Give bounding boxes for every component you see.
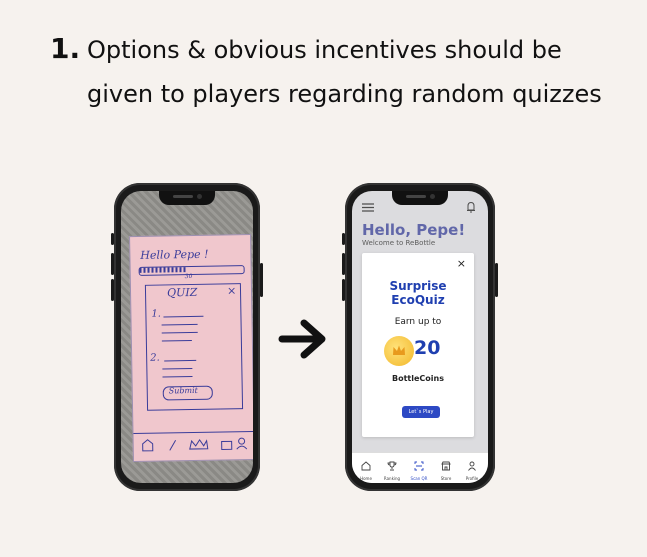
sketch-tabbar-line	[133, 430, 253, 435]
tab-label: Ranking	[383, 476, 401, 481]
tab-label: Home	[360, 476, 372, 481]
tab-scan-qr[interactable]: Scan QR	[408, 456, 430, 481]
sketch-submit-label: Submit	[168, 385, 198, 396]
sketch-tab-icons	[142, 437, 248, 452]
close-icon[interactable]: ×	[457, 257, 466, 270]
sketch-question-1: 1.	[151, 308, 162, 320]
phone-notch	[392, 191, 448, 205]
paper-prototype: Hello Pepe ! 30 QUIZ × 1. 2. Submit	[129, 233, 253, 463]
modal-title: Surprise EcoQuiz	[389, 279, 447, 307]
profile-icon	[468, 461, 476, 471]
heading-number: 1.	[50, 32, 81, 65]
phone-power-button	[260, 263, 263, 297]
sketch-quiz-label: QUIZ	[166, 285, 198, 300]
app-home: Hello, Pepe! Welcome to ReBottle × Surpr…	[352, 191, 488, 483]
scan-icon	[414, 461, 424, 471]
sketch-gift-icon	[221, 440, 233, 451]
phone-side-button	[342, 233, 345, 245]
eco-quiz-modal: × Surprise EcoQuiz Earn up to 20 BottleC…	[362, 253, 474, 437]
phone-volume-down	[342, 279, 345, 301]
coin-icon	[384, 336, 414, 366]
sketch-question-2: 2.	[150, 352, 160, 364]
heading-line-2: given to players regarding random quizze…	[87, 80, 602, 108]
reward-amount: 20	[414, 337, 441, 359]
heading-line-1: Options & obvious incentives should be	[87, 36, 562, 64]
tab-store[interactable]: Store	[435, 456, 457, 481]
sketch-crown-icon	[189, 438, 209, 450]
tab-ranking[interactable]: Ranking	[381, 456, 403, 481]
phone-notch	[159, 191, 215, 205]
sketch-screen: Hello Pepe ! 30 QUIZ × 1. 2. Submit	[121, 191, 253, 483]
sketch-profile-icon	[238, 437, 246, 445]
phone-volume-up	[111, 253, 114, 275]
store-icon	[441, 461, 451, 471]
app-screen: Hello, Pepe! Welcome to ReBottle × Surpr…	[352, 191, 488, 483]
sketch-greeting: Hello Pepe !	[140, 247, 209, 262]
lets-play-button[interactable]: Let`s Play	[402, 406, 440, 418]
phone-side-button	[111, 233, 114, 245]
earn-text: Earn up to	[394, 317, 442, 327]
arrow-right-icon	[278, 319, 326, 359]
sketch-close-icon: ×	[226, 284, 237, 298]
sketch-leaf-icon	[169, 440, 177, 451]
app-phone: Hello, Pepe! Welcome to ReBottle × Surpr…	[342, 183, 498, 491]
tab-home[interactable]: Home	[355, 456, 377, 481]
sketch-home-icon	[142, 439, 154, 452]
tab-label: Scan QR	[410, 476, 428, 481]
phone-volume-down	[111, 279, 114, 301]
phone-volume-up	[342, 253, 345, 275]
sketch-progress-fill	[139, 267, 186, 273]
sketch-progress-number: 30	[184, 272, 193, 281]
sketch-phone: Hello Pepe ! 30 QUIZ × 1. 2. Submit	[111, 183, 263, 491]
trophy-icon	[387, 461, 397, 471]
phone-power-button	[495, 263, 498, 297]
crown-icon	[393, 345, 405, 355]
home-icon	[361, 461, 371, 471]
tab-profile[interactable]: Profile	[461, 456, 483, 481]
bottom-tab-bar: Home Ranking Scan QR Store Profile	[352, 452, 488, 483]
tab-label: Store	[440, 476, 452, 481]
currency-label: BottleCoins	[392, 374, 444, 383]
tab-label: Profile	[465, 476, 479, 481]
